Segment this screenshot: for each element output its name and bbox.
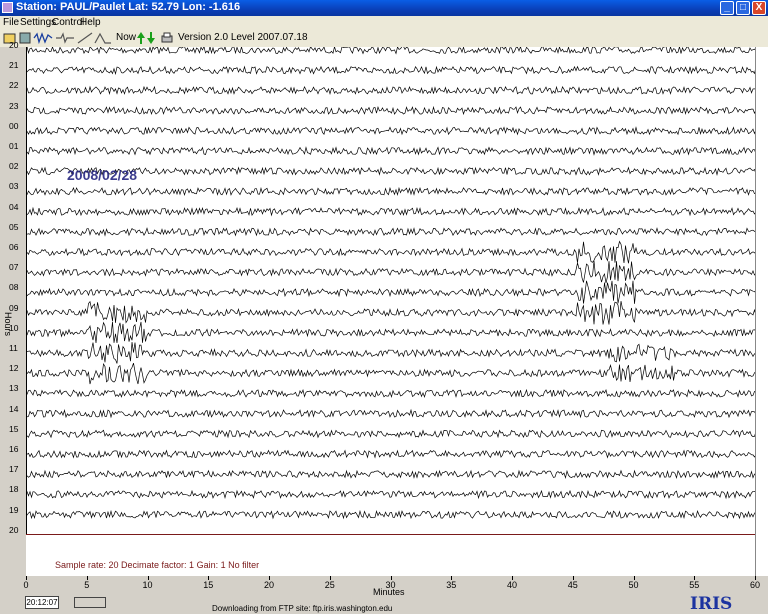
x-tick-label: 20 [263, 580, 275, 590]
trace-line [26, 429, 757, 439]
pulse-icon[interactable] [94, 31, 112, 45]
status-text: Sample rate: 20 Decimate factor: 1 Gain:… [55, 560, 260, 570]
trace-line [26, 146, 757, 156]
hour-label: 21 [9, 60, 19, 71]
x-tick-label: 50 [628, 580, 639, 590]
save-icon[interactable] [18, 31, 32, 45]
trace-line [26, 489, 757, 500]
x-tick-label: 60 [749, 580, 761, 590]
maximize-button[interactable]: □ [736, 1, 750, 15]
right-margin [755, 47, 768, 576]
hour-label: 09 [9, 302, 19, 313]
menu-file[interactable]: File [3, 17, 19, 28]
hour-label: 11 [9, 343, 18, 353]
iris-logo: IRIS [690, 594, 733, 614]
plot-status-area [26, 534, 755, 577]
hour-label: 20 [9, 524, 19, 535]
hour-label: 01 [9, 141, 19, 151]
trace-line [26, 126, 757, 136]
trace-line [26, 408, 757, 419]
print-icon[interactable] [160, 31, 174, 45]
x-axis: Minutes 20:12:07 Downloading from FTP si… [0, 576, 768, 614]
toolbar: Now Version 2.0 Level 2007.07.18 [0, 30, 768, 48]
trace-line [26, 449, 757, 459]
x-tick-label: 35 [446, 580, 457, 590]
hour-label: 06 [9, 242, 19, 252]
hour-label: 19 [9, 504, 19, 515]
hour-label: 14 [9, 403, 19, 414]
x-tick-label: 30 [385, 580, 396, 590]
x-tick-label: 5 [84, 580, 90, 590]
hour-label: 02 [9, 161, 19, 172]
menu-bar: File Settings Control Help [0, 16, 768, 30]
x-tick-label: 40 [506, 580, 518, 590]
trace-line [26, 280, 757, 304]
download-status: Downloading from FTP site: ftp.iris.wash… [212, 604, 393, 613]
trace-line [26, 362, 757, 385]
minimize-button[interactable]: _ [720, 1, 734, 15]
seismogram-traces [26, 45, 757, 520]
trace-line [26, 227, 757, 237]
x-tick-label: 45 [567, 580, 578, 590]
date-label: 2008/02/28 [67, 167, 138, 183]
trace-line [26, 300, 757, 325]
hour-label: 22 [9, 80, 19, 91]
hour-label: 08 [9, 282, 19, 293]
hour-label: 15 [9, 423, 19, 434]
trace-line [26, 388, 757, 399]
trace-line [26, 206, 757, 217]
trace-line [26, 342, 757, 364]
filter-icon[interactable] [55, 31, 75, 45]
hour-label: 17 [9, 464, 19, 475]
hour-label: 18 [9, 484, 19, 495]
slope-icon[interactable] [77, 31, 93, 45]
now-button[interactable]: Now [116, 32, 136, 46]
hour-label: 12 [9, 363, 19, 374]
trace-line [26, 469, 757, 480]
hour-gutter: Hours 20 21 22 23 00 01 02 03 04 05 06 07 08 09 10 11 12… [0, 40, 26, 576]
hour-label: 13 [9, 383, 19, 394]
x-tick-label: 0 [23, 580, 29, 590]
hour-label: 16 [9, 444, 19, 454]
seismogram-plot[interactable]: 2008/02/28 [26, 45, 757, 534]
hour-label: 03 [9, 181, 19, 192]
hour-label: 10 [9, 322, 19, 333]
app-icon [2, 2, 13, 13]
x-tick-label: 15 [203, 580, 214, 590]
hour-label: 00 [9, 120, 19, 131]
trace-line [26, 321, 757, 344]
progress-box [74, 597, 106, 608]
x-tick-label: 25 [324, 580, 335, 590]
trace-line [26, 45, 757, 55]
trace-line [26, 85, 757, 96]
close-button[interactable]: X [752, 1, 766, 15]
trace-line [26, 65, 757, 76]
hour-label: 20 [9, 40, 19, 50]
x-tick-label: 55 [689, 580, 700, 590]
trace-line [26, 509, 757, 520]
title-bar: Station: PAUL/Paulet Lat: 52.79 Lon: -1.… [0, 0, 768, 16]
menu-help[interactable]: Help [80, 17, 101, 28]
x-tick-label: 10 [142, 580, 153, 590]
trace-line [26, 186, 757, 197]
window-title: Station: PAUL/Paulet Lat: 52.79 Lon: -1.… [16, 1, 241, 13]
hour-label: 04 [9, 201, 19, 212]
trace-line [26, 260, 757, 284]
hour-label: 05 [9, 221, 19, 232]
up-down-arrows-icon[interactable] [136, 31, 156, 45]
time-display: 20:12:07 [25, 596, 59, 609]
menu-settings[interactable]: Settings [20, 17, 56, 28]
trace-line [26, 240, 757, 264]
trace-line [26, 105, 757, 116]
hour-label: 07 [9, 262, 19, 273]
wave-icon[interactable] [33, 31, 53, 45]
version-label: Version 2.0 Level 2007.07.18 [178, 32, 308, 43]
hour-label: 23 [9, 100, 19, 111]
